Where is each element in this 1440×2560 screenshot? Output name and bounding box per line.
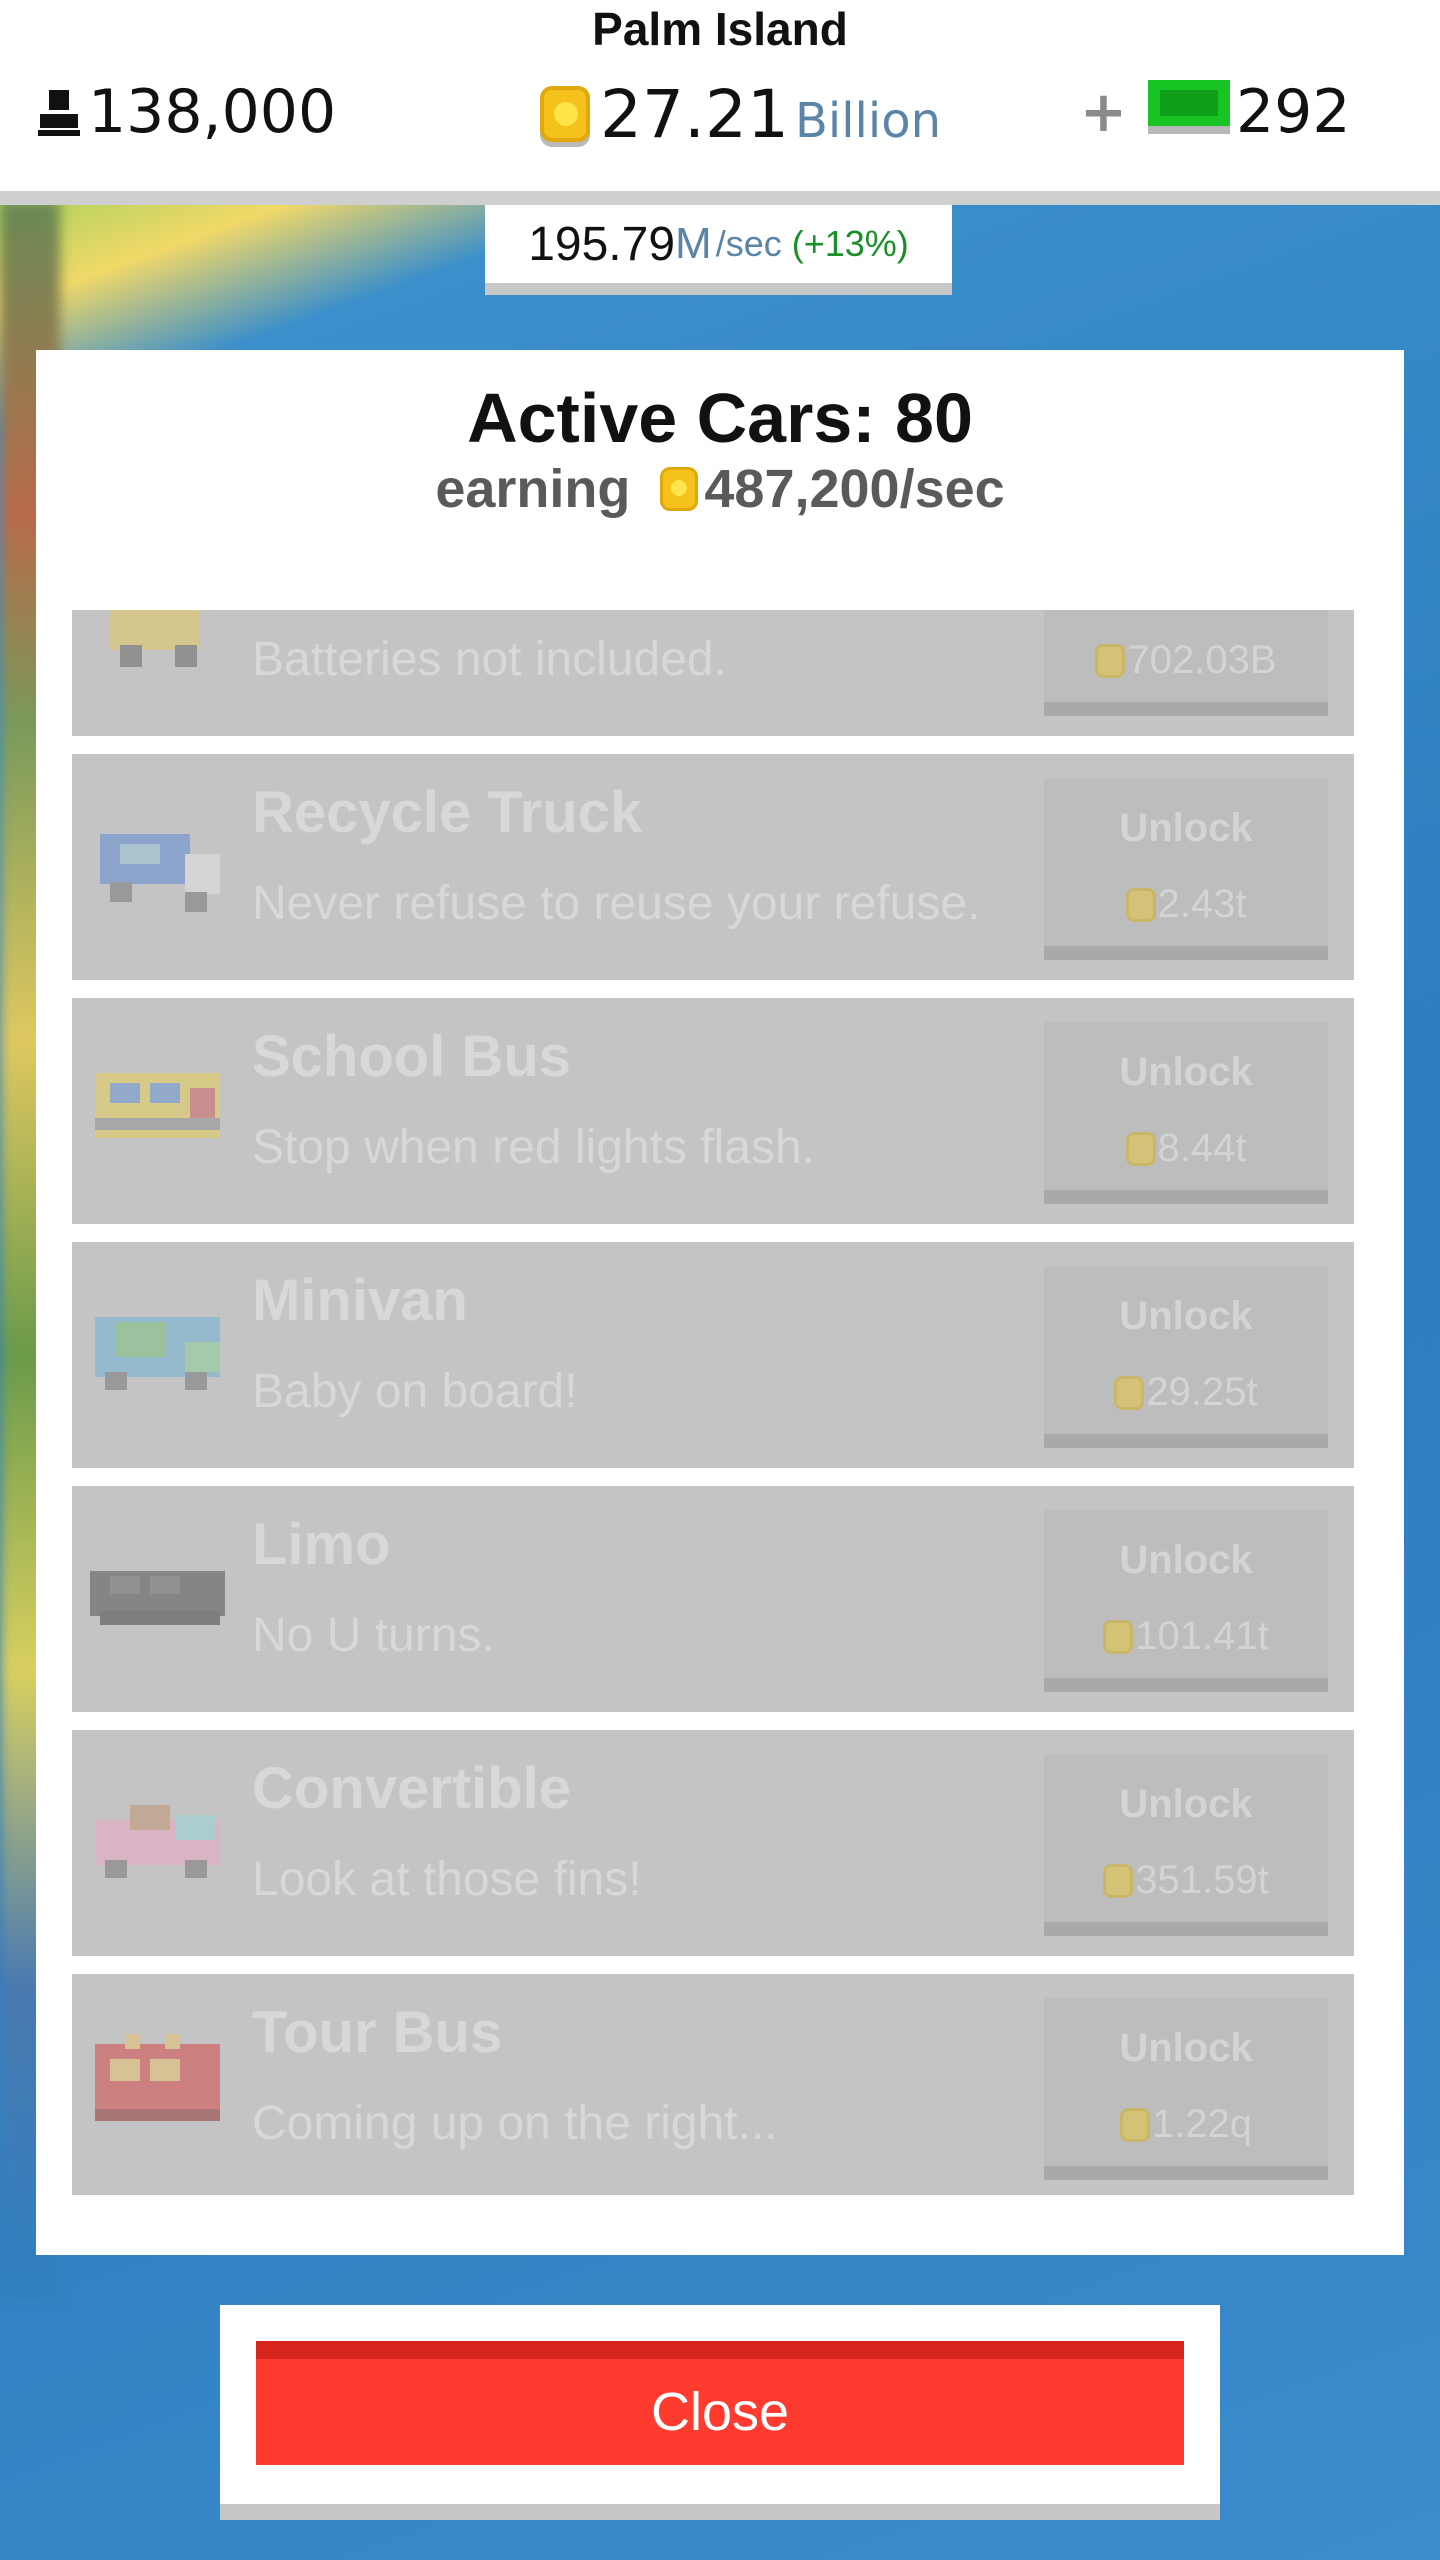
car-name: Minivan (252, 1268, 468, 1333)
earning-label: earning (435, 459, 631, 519)
car-row[interactable]: Minivan Baby on board! Unlock 29.25t (72, 1242, 1354, 1468)
minivan-icon (95, 1317, 220, 1390)
person-icon (38, 90, 80, 136)
unlock-label: Unlock (1119, 1538, 1253, 1582)
island-name: Palm Island (592, 3, 848, 55)
population-counter: 138,000 (38, 72, 336, 152)
car-name: Convertible (252, 1756, 572, 1821)
earning-line: earning 487,200/sec (36, 458, 1404, 520)
close-button[interactable]: Close (256, 2341, 1184, 2465)
income-rate-bonus: (+13%) (791, 223, 909, 264)
price-value: 1.22q (1151, 2102, 1253, 2146)
coin-icon (1125, 887, 1156, 922)
unlock-price: 702.03B (1044, 638, 1328, 683)
coin-icon (540, 86, 590, 142)
population-value: 138,000 (88, 77, 337, 147)
car-description: Never refuse to reuse your refuse. (252, 877, 981, 930)
unlock-button[interactable]: Unlock 101.41t (1044, 1510, 1328, 1692)
unlock-price: 2.43t (1044, 882, 1328, 927)
unlock-button[interactable]: Unlock 1.22q (1044, 1998, 1328, 2180)
unlock-label: Unlock (1119, 806, 1253, 850)
unlock-label: Unlock (1119, 1050, 1253, 1094)
car-description: Look at those fins! (252, 1853, 642, 1906)
car-description: Batteries not included. (252, 633, 727, 686)
car-row[interactable]: Tour Bus Coming up on the right... Unloc… (72, 1974, 1354, 2195)
coin-icon (1114, 1375, 1145, 1410)
car-row[interactable]: Limo No U turns. Unlock 101.41t (72, 1486, 1354, 1712)
coin-balance-value: 27.21 (600, 75, 789, 153)
coin-icon (1095, 643, 1126, 678)
unlock-price: 351.59t (1044, 1858, 1328, 1903)
income-rate-value: 195.79 (528, 217, 676, 271)
unlock-label: Unlock (1119, 1782, 1253, 1826)
unlock-price: 29.25t (1044, 1370, 1328, 1415)
car-row[interactable]: School Bus Stop when red lights flash. U… (72, 998, 1354, 1224)
car-description: Baby on board! (252, 1365, 578, 1418)
price-value: 101.41t (1135, 1614, 1269, 1658)
school-bus-icon (95, 1073, 220, 1138)
unlock-button[interactable]: Unlock 2.43t (1044, 778, 1328, 960)
car-name: Recycle Truck (252, 780, 643, 845)
toy-car-icon (110, 610, 200, 667)
car-description: No U turns. (252, 1609, 495, 1662)
tour-bus-icon (95, 2034, 220, 2121)
income-rate-unit: M (675, 219, 712, 268)
car-row[interactable]: Recycle Truck Never refuse to reuse your… (72, 754, 1354, 980)
unlock-label: Unlock (1119, 2026, 1253, 2070)
unlock-button[interactable]: 702.03B (1044, 610, 1328, 716)
earning-value: 487,200/sec (704, 459, 1005, 519)
car-name: School Bus (252, 1024, 572, 1089)
coin-icon (1103, 1863, 1134, 1898)
unlock-price: 101.41t (1044, 1614, 1328, 1659)
price-value: 8.44t (1157, 1126, 1247, 1170)
limo-icon (90, 1571, 225, 1625)
coin-balance-unit: Billion (794, 93, 942, 149)
coin-icon (1103, 1619, 1134, 1654)
price-value: 2.43t (1157, 882, 1247, 926)
cars-panel: Active Cars: 80 earning 487,200/sec Batt… (36, 350, 1404, 2255)
cash-icon[interactable] (1148, 80, 1230, 134)
unlock-price: 1.22q (1044, 2102, 1328, 2147)
car-name: Limo (252, 1512, 391, 1577)
coin-balance: 27.21 Billion (540, 72, 941, 156)
unlock-label: Unlock (1119, 1294, 1253, 1338)
unlock-button[interactable]: Unlock 351.59t (1044, 1754, 1328, 1936)
recycle-truck-icon (100, 834, 220, 912)
coin-icon (660, 467, 699, 511)
price-value: 29.25t (1146, 1370, 1258, 1414)
income-rate-tab: 195.79 M /sec (+13%) (485, 205, 952, 295)
add-cash-button[interactable]: + (1080, 80, 1127, 145)
income-rate-suffix: /sec (715, 223, 782, 264)
coin-icon (1125, 1131, 1156, 1166)
unlock-button[interactable]: Unlock 8.44t (1044, 1022, 1328, 1204)
price-value: 702.03B (1127, 638, 1277, 682)
car-list[interactable]: Batteries not included. 702.03B Recycle … (72, 610, 1354, 2195)
price-value: 351.59t (1135, 1858, 1269, 1902)
car-row[interactable]: Batteries not included. 702.03B (72, 610, 1354, 736)
car-row[interactable]: Convertible Look at those fins! Unlock 3… (72, 1730, 1354, 1956)
coin-icon (1119, 2107, 1150, 2142)
car-description: Stop when red lights flash. (252, 1121, 815, 1174)
car-description: Coming up on the right... (252, 2097, 778, 2150)
top-status-bar: Palm Island 138,000 27.21 Billion + 292 (0, 0, 1440, 205)
convertible-icon (95, 1805, 220, 1878)
unlock-price: 8.44t (1044, 1126, 1328, 1171)
cash-value: 292 (1236, 77, 1351, 147)
unlock-button[interactable]: Unlock 29.25t (1044, 1266, 1328, 1448)
panel-title: Active Cars: 80 (467, 379, 973, 457)
car-name: Tour Bus (252, 2000, 503, 2065)
close-button-frame: Close (220, 2305, 1220, 2520)
